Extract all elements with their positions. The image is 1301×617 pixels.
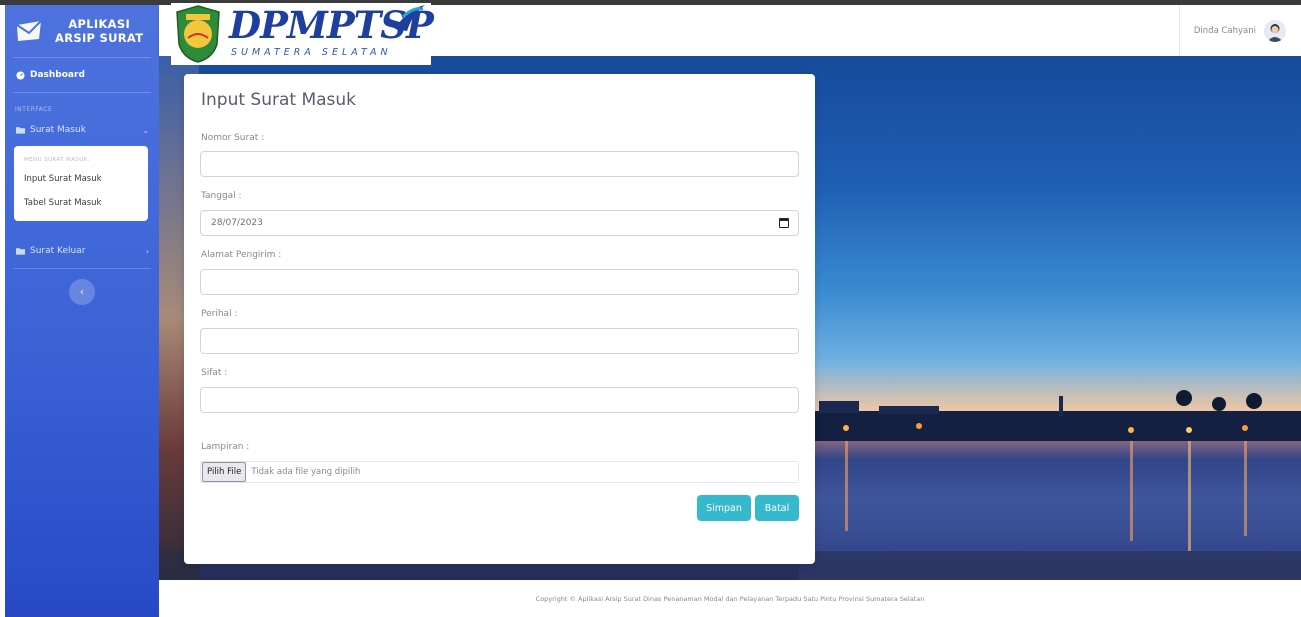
brand-title: APLIKASI ARSIP SURAT (55, 17, 143, 45)
submenu-item-tabel-surat-masuk[interactable]: Tabel Surat Masuk (14, 191, 148, 215)
chevron-right-icon: › (145, 246, 149, 256)
user-avatar-icon (1264, 19, 1286, 42)
chevron-down-icon: ⌄ (142, 125, 149, 135)
sidebar: APLIKASI ARSIP SURAT Dashboard INTERFACE… (5, 5, 159, 617)
sidebar-heading: INTERFACE (15, 106, 53, 113)
tanggal-label: Tanggal : (201, 191, 242, 201)
envelope-icon (16, 20, 42, 41)
avatar (1264, 19, 1286, 42)
perihal-label: Perihal : (201, 309, 238, 319)
dpmptsp-logo: DPMPTSP SUMATERA SELATAN (171, 3, 434, 65)
copyright-text: Copyright © Aplikasi Arsip Surat Dinas P… (535, 594, 925, 603)
sumsel-emblem-icon (176, 5, 220, 63)
logo-subtext: SUMATERA SELATAN (231, 47, 392, 58)
sidebar-item-label: Surat Masuk (30, 125, 86, 135)
file-status-text: Tidak ada file yang dipilih (251, 467, 361, 477)
sidebar-item-dashboard[interactable]: Dashboard (5, 58, 159, 92)
nomor-surat-label: Nomor Surat : (201, 133, 265, 143)
perihal-input[interactable] (200, 328, 799, 354)
alamat-pengirim-input[interactable] (200, 269, 799, 295)
folder-icon (15, 126, 25, 135)
batal-button[interactable]: Batal (755, 495, 799, 521)
page: APLIKASI ARSIP SURAT Dashboard INTERFACE… (0, 0, 1301, 617)
submenu-item-input-surat-masuk[interactable]: Input Surat Masuk (14, 167, 148, 191)
sidebar-item-label: Surat Keluar (30, 246, 86, 256)
sifat-input[interactable] (200, 387, 799, 413)
sifat-label: Sifat : (201, 368, 228, 378)
tanggal-value: 28/07/2023 (211, 218, 263, 228)
calendar-icon[interactable] (779, 218, 789, 228)
tachometer-icon (15, 70, 25, 80)
sidebar-item-surat-masuk[interactable]: Surat Masuk ⌄ (5, 118, 159, 142)
user-dropdown[interactable]: Dinda Cahyani (1178, 5, 1286, 56)
choose-file-button[interactable]: Pilih File (202, 462, 247, 482)
sidebar-item-label: Dashboard (30, 70, 85, 80)
swoosh-icon (395, 5, 425, 31)
sidebar-brand[interactable]: APLIKASI ARSIP SURAT (5, 5, 159, 57)
chevron-left-icon: ‹ (80, 286, 84, 298)
page-title: Input Surat Masuk (201, 90, 357, 110)
brand-title-line1: APLIKASI (68, 17, 131, 31)
user-name: Dinda Cahyani (1193, 25, 1256, 36)
folder-icon (15, 247, 25, 256)
alamat-pengirim-label: Alamat Pengirim : (201, 250, 282, 260)
lampiran-file-input[interactable]: Pilih File Tidak ada file yang dipilih (200, 461, 799, 483)
input-surat-masuk-card: Input Surat Masuk Nomor Surat : Tanggal … (184, 74, 815, 564)
tanggal-date-input[interactable]: 28/07/2023 (200, 210, 799, 236)
sidebar-divider (13, 92, 151, 93)
sidebar-item-surat-keluar[interactable]: Surat Keluar › (5, 234, 159, 268)
surat-masuk-submenu: MENU SURAT MASUK: Input Surat Masuk Tabe… (14, 146, 148, 221)
nomor-surat-input[interactable] (200, 151, 799, 177)
brand-title-line2: ARSIP SURAT (55, 31, 144, 45)
footer: Copyright © Aplikasi Arsip Surat Dinas P… (159, 580, 1301, 617)
sidebar-toggle-button[interactable]: ‹ (69, 279, 95, 305)
lampiran-label: Lampiran : (201, 442, 250, 452)
sidebar-divider (13, 268, 151, 269)
simpan-button[interactable]: Simpan (697, 495, 751, 521)
submenu-heading: MENU SURAT MASUK: (24, 157, 90, 163)
